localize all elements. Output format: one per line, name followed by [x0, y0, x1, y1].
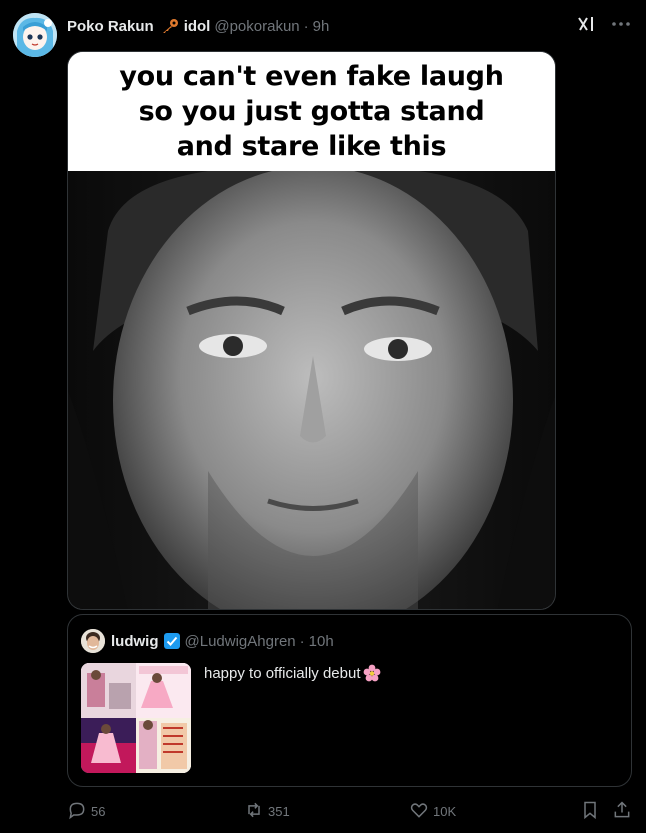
action-bar: 56 351 10K	[67, 800, 632, 824]
heart-icon	[409, 800, 429, 823]
quoted-author-avatar[interactable]	[81, 629, 105, 653]
bookmark-icon	[580, 800, 600, 823]
post-time[interactable]: 9h	[313, 18, 330, 35]
header-actions	[576, 14, 632, 34]
caption-line: and stare like this	[176, 131, 447, 162]
quoted-post-header: ludwig @LudwigAhgren · 10h	[81, 629, 334, 653]
quoted-post-time[interactable]: 10h	[309, 633, 334, 650]
post-header: Poko Rakun idol @pokorakun · 9h	[67, 16, 630, 36]
quoted-post[interactable]: ludwig @LudwigAhgren · 10h happy to offi…	[67, 614, 632, 787]
meme-caption: you can't even fake laugh so you just go…	[68, 52, 555, 171]
separator: ·	[299, 632, 305, 650]
share-button[interactable]	[612, 800, 632, 823]
reply-count: 56	[91, 804, 106, 819]
reply-button[interactable]: 56	[67, 800, 105, 823]
quoted-post-text: happy to officially debut	[204, 664, 381, 682]
bookmark-button[interactable]	[580, 800, 600, 823]
caption-line: so you just gotta stand	[138, 96, 485, 127]
more-options-icon[interactable]	[610, 14, 632, 34]
reply-icon	[67, 800, 87, 823]
repost-count: 351	[268, 804, 290, 819]
like-count: 10K	[433, 804, 457, 819]
post-media[interactable]: you can't even fake laugh so you just go…	[67, 51, 556, 610]
portrait-photo	[68, 165, 555, 609]
verified-badge-icon	[163, 632, 181, 650]
quoted-author-name[interactable]: ludwig	[111, 633, 159, 650]
repost-icon	[244, 800, 264, 823]
author-name[interactable]: Poko Rakun	[67, 18, 154, 35]
quoted-media-thumbnail[interactable]	[81, 663, 191, 773]
like-button[interactable]: 10K	[409, 800, 456, 823]
grok-icon[interactable]	[576, 14, 596, 34]
author-handle[interactable]: @pokorakun	[214, 18, 299, 35]
share-icon	[612, 800, 632, 823]
author-tag: idol	[183, 17, 211, 35]
separator: ·	[303, 17, 309, 35]
cherry-blossom-icon	[363, 664, 381, 682]
author-avatar[interactable]	[13, 13, 57, 57]
key-icon	[160, 18, 180, 34]
quoted-author-handle[interactable]: @LudwigAhgren	[185, 633, 296, 650]
quoted-text: happy to officially debut	[204, 664, 361, 682]
repost-button[interactable]: 351	[244, 800, 290, 823]
caption-line: you can't even fake laugh	[119, 61, 504, 92]
